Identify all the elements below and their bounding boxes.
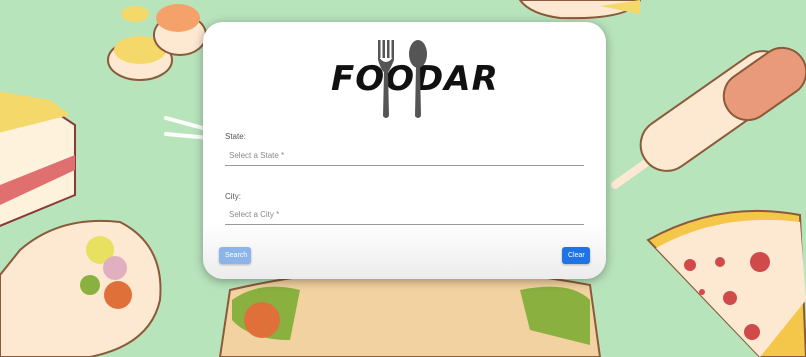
city-select[interactable] bbox=[225, 205, 584, 225]
foodar-logo: FOODAR bbox=[328, 40, 498, 122]
fork-icon bbox=[378, 40, 394, 118]
sandwich-illustration bbox=[218, 267, 602, 357]
search-card: FOODAR State: City: Search Clear bbox=[203, 22, 606, 279]
clear-button[interactable]: Clear bbox=[562, 247, 590, 264]
city-label: City: bbox=[225, 192, 241, 201]
state-label: State: bbox=[225, 132, 246, 141]
search-button[interactable]: Search bbox=[219, 247, 251, 264]
state-select[interactable] bbox=[225, 146, 584, 166]
spoon-icon bbox=[409, 40, 427, 118]
